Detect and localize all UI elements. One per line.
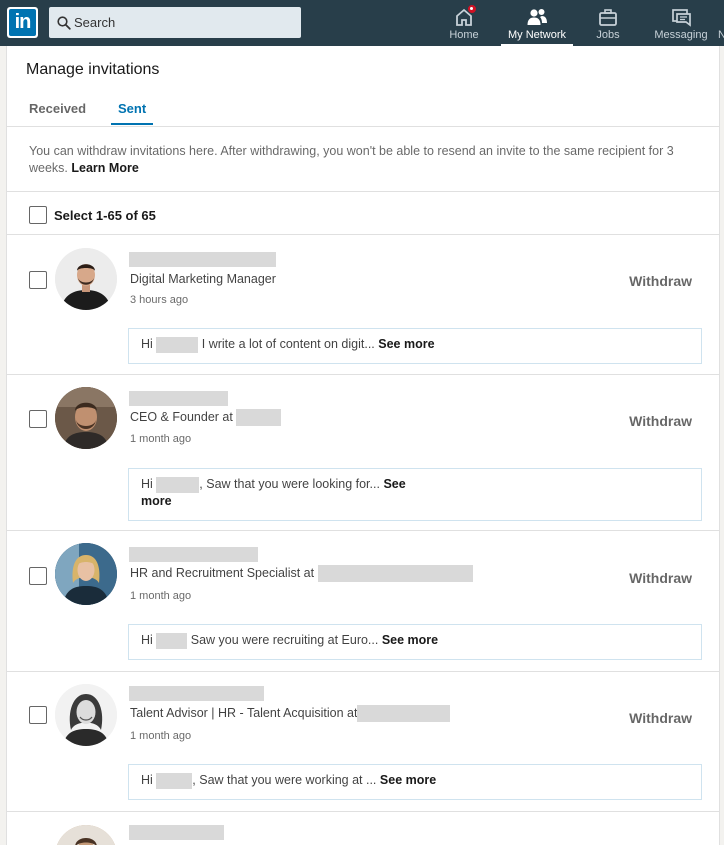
linkedin-logo-mark: in	[9, 9, 36, 36]
invitee-headline-text: CEO & Founder at	[130, 409, 233, 424]
select-all-checkbox[interactable]	[29, 206, 47, 224]
see-more-link[interactable]: See more	[382, 633, 438, 647]
message-text: , Saw that you were looking for...	[199, 477, 380, 491]
message-text: I write a lot of content on digit...	[198, 337, 375, 351]
tab-sent[interactable]: Sent	[118, 101, 146, 116]
withdraw-button[interactable]: Withdraw	[629, 570, 692, 586]
avatar[interactable]	[55, 543, 117, 605]
network-icon	[527, 9, 547, 25]
nav-my-network[interactable]: My Network	[501, 0, 573, 46]
redacted-name[interactable]	[129, 686, 264, 701]
divider	[7, 126, 719, 127]
messaging-icon	[672, 9, 691, 27]
row-checkbox[interactable]	[29, 410, 47, 428]
search-input[interactable]	[74, 7, 294, 38]
profile-photo	[55, 825, 117, 845]
see-more-link[interactable]: See more	[380, 773, 436, 787]
invitee-headline: Talent Advisor | HR - Talent Acquisition…	[130, 705, 451, 722]
redacted-first-name	[156, 772, 193, 789]
redacted-company[interactable]	[357, 705, 451, 722]
avatar[interactable]	[55, 684, 117, 746]
message-text: Saw you were recruiting at Euro...	[187, 633, 379, 647]
redacted-name[interactable]	[129, 547, 258, 562]
redacted-name[interactable]	[129, 252, 276, 267]
row-checkbox[interactable]	[29, 706, 47, 724]
invitation-row: CEO & Founder at 1 month ago Withdraw Hi…	[7, 375, 719, 530]
message-greeting: Hi	[141, 477, 153, 491]
sent-time: 1 month ago	[130, 730, 192, 742]
nav-home[interactable]: Home	[440, 0, 488, 46]
sent-time: 1 month ago	[130, 590, 192, 602]
see-more-link[interactable]: See	[383, 477, 405, 491]
invitee-headline: HR and Recruitment Specialist at	[130, 565, 473, 582]
nav-my-network-label: My Network	[507, 29, 567, 41]
see-more-link-cont[interactable]: more	[141, 494, 172, 508]
message-text: , Saw that you were working at ...	[192, 773, 377, 787]
manage-invitations-card: Manage invitations Received Sent You can…	[6, 46, 720, 845]
invitee-headline-text: Talent Advisor | HR - Talent Acquisition…	[130, 705, 358, 720]
message-greeting: Hi	[141, 773, 153, 787]
withdraw-button[interactable]: Withdraw	[629, 413, 692, 429]
profile-photo	[55, 387, 117, 449]
nav-messaging-label: Messaging	[654, 29, 708, 41]
invitation-row	[7, 812, 719, 845]
invitation-row: HR and Recruitment Specialist at 1 month…	[7, 531, 719, 671]
message-greeting: Hi	[141, 337, 153, 351]
invitation-row: Digital Marketing Manager 3 hours ago Wi…	[7, 235, 719, 374]
notification-badge	[467, 4, 477, 14]
redacted-name[interactable]	[129, 391, 228, 406]
invitation-message: Hi I write a lot of content on digit... …	[128, 328, 702, 364]
briefcase-icon	[599, 9, 617, 26]
tab-active-indicator	[111, 123, 153, 125]
withdraw-notice: You can withdraw invitations here. After…	[29, 143, 699, 177]
avatar[interactable]	[55, 248, 117, 310]
redacted-first-name	[156, 632, 188, 649]
nav-notifications-label: N	[718, 29, 724, 41]
search-box[interactable]	[49, 7, 301, 38]
learn-more-link[interactable]: Learn More	[71, 161, 138, 175]
nav-home-label: Home	[449, 29, 479, 41]
nav-notifications[interactable]: N	[718, 0, 724, 46]
sent-time: 3 hours ago	[130, 294, 189, 306]
profile-photo	[55, 684, 117, 746]
redacted-company[interactable]	[236, 409, 282, 426]
nav-jobs-label: Jobs	[596, 29, 620, 41]
sent-time: 1 month ago	[130, 433, 192, 445]
avatar[interactable]	[55, 825, 117, 845]
invitee-headline: Digital Marketing Manager	[130, 272, 276, 286]
withdraw-button[interactable]: Withdraw	[629, 710, 692, 726]
message-greeting: Hi	[141, 633, 153, 647]
invitation-row: Talent Advisor | HR - Talent Acquisition…	[7, 672, 719, 811]
invitation-message: Hi , Saw that you were working at ... Se…	[128, 764, 702, 800]
page-title: Manage invitations	[26, 61, 160, 78]
tab-received[interactable]: Received	[29, 101, 86, 116]
search-icon	[57, 16, 71, 30]
invitation-message: Hi , Saw that you were looking for... Se…	[128, 468, 702, 521]
nav-jobs[interactable]: Jobs	[586, 0, 630, 46]
linkedin-logo[interactable]: in	[7, 7, 38, 38]
redacted-company[interactable]	[317, 565, 473, 582]
invitation-message: Hi Saw you were recruiting at Euro... Se…	[128, 624, 702, 660]
profile-photo	[55, 543, 117, 605]
invitee-headline-text: HR and Recruitment Specialist at	[130, 565, 315, 580]
see-more-link[interactable]: See more	[378, 337, 434, 351]
select-all-label: Select 1-65 of 65	[54, 208, 156, 223]
withdraw-button[interactable]: Withdraw	[629, 273, 692, 289]
redacted-first-name	[156, 476, 200, 493]
redacted-name[interactable]	[129, 825, 224, 840]
profile-photo	[55, 248, 117, 310]
redacted-first-name	[156, 336, 199, 353]
row-checkbox[interactable]	[29, 271, 47, 289]
invitee-headline: CEO & Founder at	[130, 409, 282, 426]
nav-messaging[interactable]: Messaging	[650, 0, 712, 46]
divider	[7, 191, 719, 192]
avatar[interactable]	[55, 387, 117, 449]
row-checkbox[interactable]	[29, 567, 47, 585]
global-nav: in Home My Network Jobs	[0, 0, 724, 46]
